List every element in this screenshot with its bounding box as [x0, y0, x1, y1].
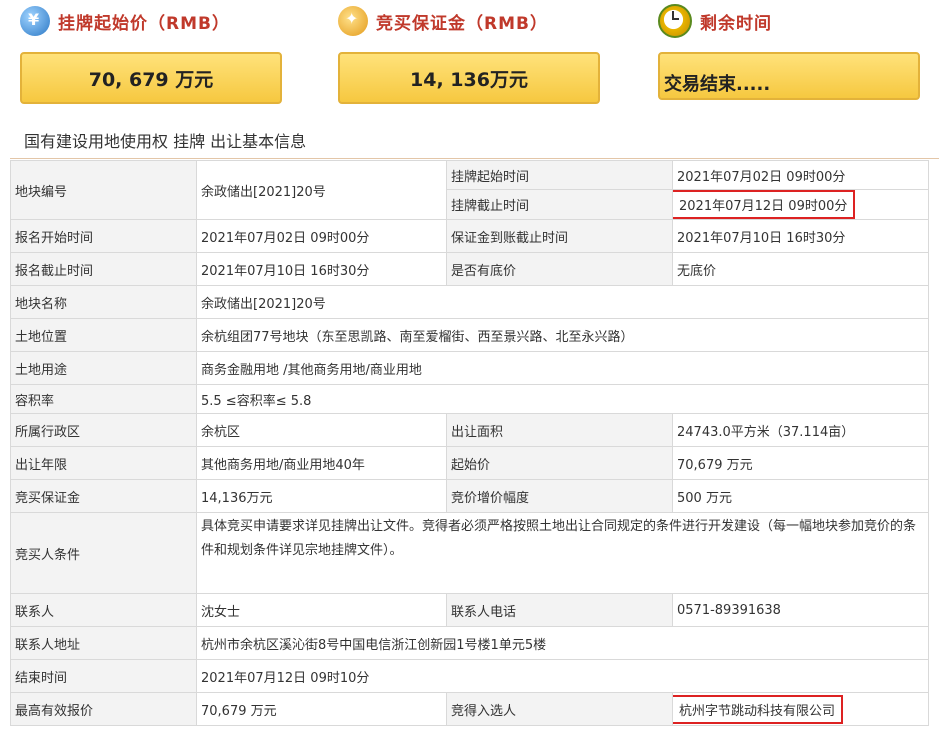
- bid-deposit-value: 14,136万元: [196, 479, 447, 513]
- clock-icon: [658, 4, 692, 38]
- district-value: 余杭区: [196, 413, 447, 447]
- deposit-title: 竞买保证金（RMB）: [338, 0, 600, 42]
- table-row: 结束时间 2021年07月12日 09时10分: [10, 659, 929, 693]
- start-price-value: 70, 679 万元: [20, 52, 282, 104]
- far-label: 容积率: [10, 384, 197, 414]
- table-row: 联系人地址 杭州市余杭区溪沁街8号中国电信浙江创新园1号楼1单元5楼: [10, 626, 929, 660]
- summary-bar: 挂牌起始价（RMB） 70, 679 万元 竞买保证金（RMB） 14, 136…: [0, 0, 949, 110]
- contact-value: 沈女士: [196, 593, 447, 627]
- table-row: 联系人 沈女士 联系人电话 0571-89391638: [10, 593, 929, 627]
- start-price-value-cell: 70,679 万元: [672, 446, 929, 480]
- deposit-deadline-label: 保证金到账截止时间: [446, 219, 673, 253]
- far-value: 5.5 ≤容积率≤ 5.8: [196, 384, 929, 414]
- district-label: 所属行政区: [10, 413, 197, 447]
- winner-cell: 杭州字节跳动科技有限公司: [672, 692, 929, 726]
- deposit-panel: 竞买保证金（RMB） 14, 136万元: [338, 0, 600, 104]
- location-label: 土地位置: [10, 318, 197, 352]
- deposit-value: 14, 136万元: [338, 52, 600, 104]
- table-row: 地块编号 余政储出[2021]20号 挂牌起始时间 2021年07月02日 09…: [10, 160, 929, 220]
- phone-label: 联系人电话: [446, 593, 673, 627]
- remaining-value: 交易结束.....: [658, 52, 920, 100]
- table-row: 出让年限 其他商务用地/商业用地40年 起始价 70,679 万元: [10, 446, 929, 480]
- reg-start-label: 报名开始时间: [10, 219, 197, 253]
- table-row: 最高有效报价 70,679 万元 竞得入选人 杭州字节跳动科技有限公司: [10, 692, 929, 726]
- remaining-panel: 剩余时间 交易结束.....: [658, 0, 920, 100]
- table-row: 报名截止时间 2021年07月10日 16时30分 是否有底价 无底价: [10, 252, 929, 286]
- parcel-no-value: 余政储出[2021]20号: [196, 160, 447, 220]
- end-time-label: 结束时间: [10, 659, 197, 693]
- reg-end-value: 2021年07月10日 16时30分: [196, 252, 447, 286]
- table-row: 土地位置 余杭组团77号地块（东至思凯路、南至爱榴街、西至景兴路、北至永兴路）: [10, 318, 929, 352]
- usage-value: 商务金融用地 /其他商务用地/商业用地: [196, 351, 929, 385]
- start-price-panel: 挂牌起始价（RMB） 70, 679 万元: [20, 0, 282, 104]
- section-divider: [10, 158, 939, 159]
- table-row: 竞买保证金 14,136万元 竞价增价幅度 500 万元: [10, 479, 929, 513]
- deposit-deadline-value: 2021年07月10日 16时30分: [672, 219, 929, 253]
- winner-label: 竞得入选人: [446, 692, 673, 726]
- listing-start-label: 挂牌起始时间: [446, 160, 673, 190]
- term-label: 出让年限: [10, 446, 197, 480]
- address-value: 杭州市余杭区溪沁街8号中国电信浙江创新园1号楼1单元5楼: [196, 626, 929, 660]
- table-row: 土地用途 商务金融用地 /其他商务用地/商业用地: [10, 351, 929, 385]
- parcel-name-value: 余政储出[2021]20号: [196, 285, 929, 319]
- start-price-label: 起始价: [446, 446, 673, 480]
- term-value: 其他商务用地/商业用地40年: [196, 446, 447, 480]
- deposit-icon: [338, 6, 368, 36]
- location-value: 余杭组团77号地块（东至思凯路、南至爱榴街、西至景兴路、北至永兴路）: [196, 318, 929, 352]
- parcel-no-label: 地块编号: [10, 160, 197, 220]
- land-info-table: 地块编号 余政储出[2021]20号 挂牌起始时间 2021年07月02日 09…: [10, 160, 929, 726]
- reg-start-value: 2021年07月02日 09时00分: [196, 219, 447, 253]
- listing-end-value: 2021年07月12日 09时00分: [673, 190, 856, 219]
- reserve-label: 是否有底价: [446, 252, 673, 286]
- area-label: 出让面积: [446, 413, 673, 447]
- listing-end-cell: 2021年07月12日 09时00分: [672, 189, 929, 220]
- end-time-value: 2021年07月12日 09时10分: [196, 659, 929, 693]
- remaining-title: 剩余时间: [658, 0, 920, 42]
- area-value: 24743.0平方米（37.114亩）: [672, 413, 929, 447]
- reserve-value: 无底价: [672, 252, 929, 286]
- contact-label: 联系人: [10, 593, 197, 627]
- usage-label: 土地用途: [10, 351, 197, 385]
- listing-end-label: 挂牌截止时间: [446, 189, 673, 220]
- parcel-name-label: 地块名称: [10, 285, 197, 319]
- reg-end-label: 报名截止时间: [10, 252, 197, 286]
- listing-start-value: 2021年07月02日 09时00分: [672, 160, 929, 190]
- section-title: 国有建设用地使用权 挂牌 出让基本信息: [24, 132, 307, 151]
- start-price-title: 挂牌起始价（RMB）: [20, 0, 282, 42]
- increment-label: 竞价增价幅度: [446, 479, 673, 513]
- table-row: 容积率 5.5 ≤容积率≤ 5.8: [10, 384, 929, 414]
- table-row: 报名开始时间 2021年07月02日 09时00分 保证金到账截止时间 2021…: [10, 219, 929, 253]
- increment-value: 500 万元: [672, 479, 929, 513]
- price-icon: [20, 6, 50, 36]
- table-row: 所属行政区 余杭区 出让面积 24743.0平方米（37.114亩）: [10, 413, 929, 447]
- phone-value: 0571-89391638: [672, 593, 929, 627]
- table-row: 地块名称 余政储出[2021]20号: [10, 285, 929, 319]
- bid-deposit-label: 竞买保证金: [10, 479, 197, 513]
- conditions-label: 竞买人条件: [10, 512, 197, 594]
- table-row: 竞买人条件 具体竞买申请要求详见挂牌出让文件。竞得者必须严格按照土地出让合同规定…: [10, 512, 929, 594]
- winner-value: 杭州字节跳动科技有限公司: [673, 694, 844, 724]
- top-bid-value: 70,679 万元: [196, 692, 447, 726]
- conditions-value: 具体竞买申请要求详见挂牌出让文件。竞得者必须严格按照土地出让合同规定的条件进行开…: [196, 512, 929, 594]
- top-bid-label: 最高有效报价: [10, 692, 197, 726]
- address-label: 联系人地址: [10, 626, 197, 660]
